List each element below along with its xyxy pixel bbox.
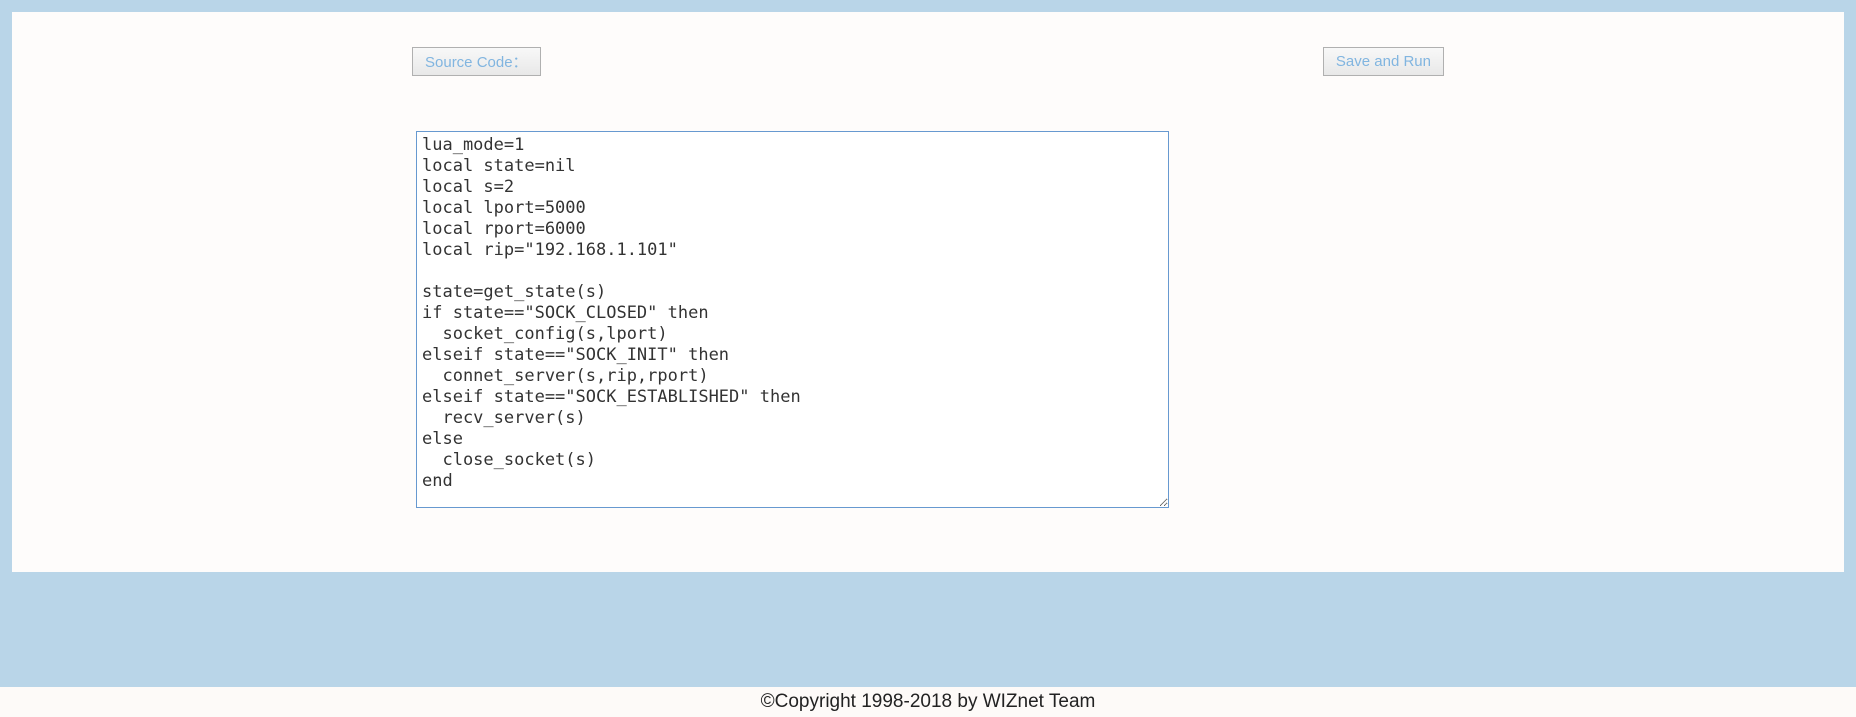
source-code-button[interactable]: Source Code： bbox=[412, 47, 541, 76]
main-panel: Source Code： Save and Run bbox=[12, 12, 1844, 572]
footer-copyright: ©Copyright 1998-2018 by WIZnet Team bbox=[0, 687, 1856, 717]
code-editor[interactable] bbox=[416, 131, 1169, 508]
button-row: Source Code： Save and Run bbox=[12, 47, 1844, 76]
save-and-run-button[interactable]: Save and Run bbox=[1323, 47, 1444, 76]
